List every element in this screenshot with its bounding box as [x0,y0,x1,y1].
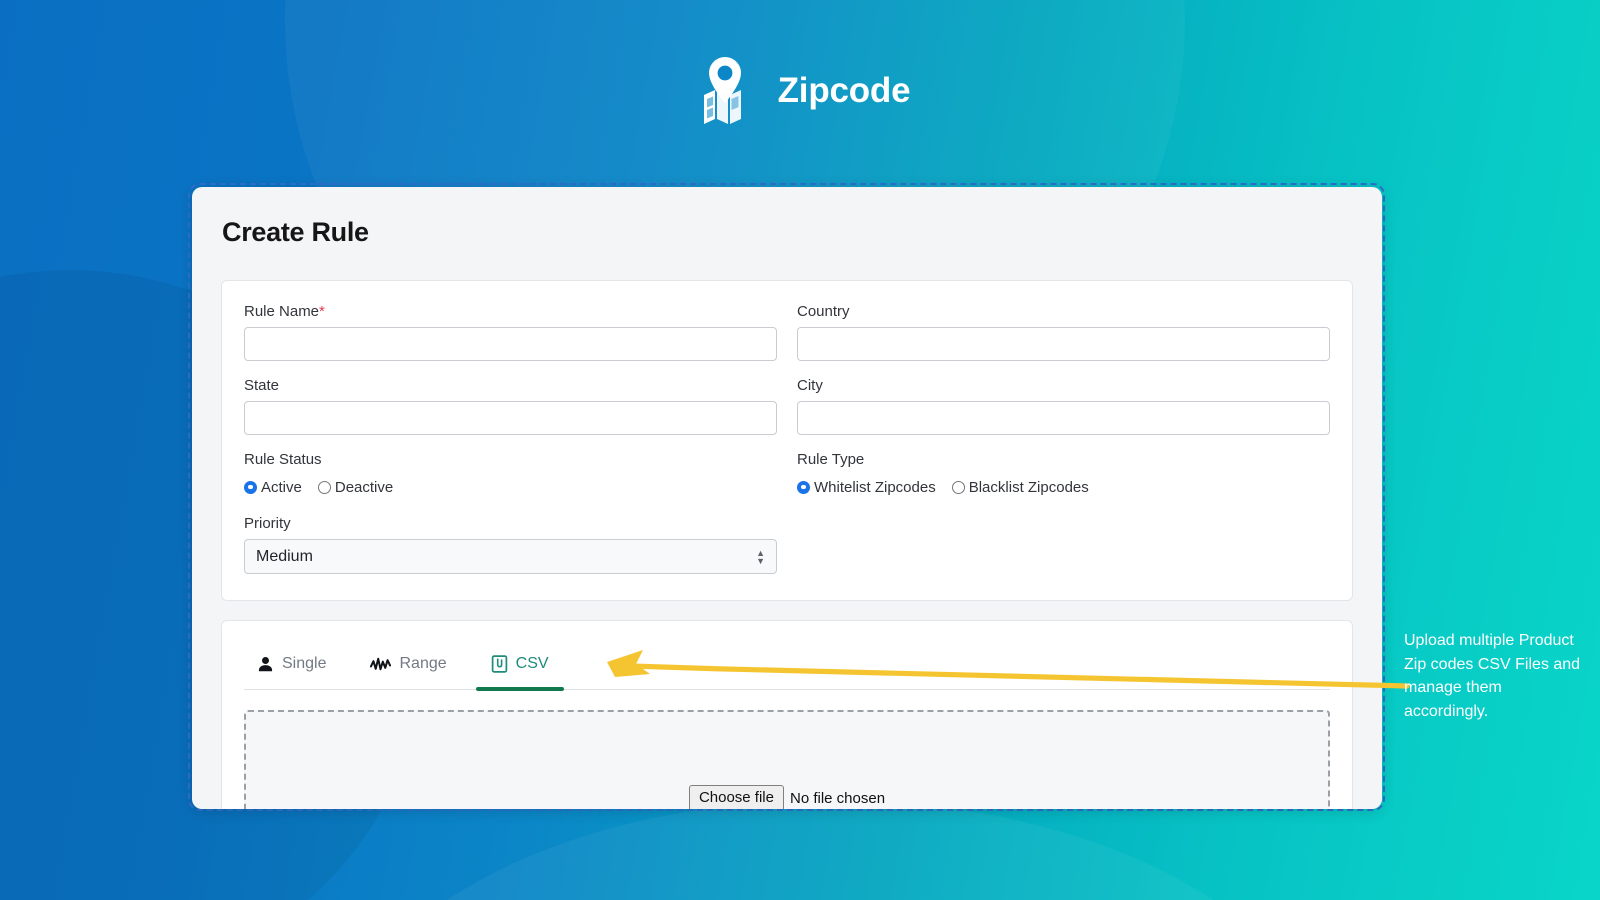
radio-dot-deactive[interactable] [317,480,331,494]
radio-label-whitelist: Whitelist Zipcodes [814,478,936,496]
priority-right-spacer [797,515,1330,574]
tab-range[interactable]: Range [348,639,468,689]
pulse-wave-icon [370,656,392,673]
radio-rule-type-blacklist[interactable]: Blacklist Zipcodes [951,478,1089,496]
tab-label-range: Range [399,655,447,672]
label-country: Country [797,303,850,320]
priority-select-wrap: Medium ▲ ▼ [244,539,777,574]
city-input[interactable] [797,401,1330,435]
priority-select[interactable]: Medium [244,539,777,574]
field-state: State [244,377,777,435]
radio-rule-status-active[interactable]: Active [244,479,302,496]
row-spacer [797,499,1330,515]
radio-dot-blacklist[interactable] [951,480,965,494]
field-rule-type: Rule Type Whitelist Zipcodes Blacklist Z… [797,451,1330,499]
tab-csv[interactable]: CSV [469,639,571,691]
label-city: City [797,377,823,394]
callout-text: Upload multiple Product Zip codes CSV Fi… [1404,632,1581,720]
csv-dropzone[interactable]: Choose file No file chosen [244,710,1330,809]
state-input[interactable] [244,401,777,435]
country-input[interactable] [797,327,1330,361]
row-spacer [797,361,1330,377]
field-rule-name: Rule Name* [244,303,777,361]
label-priority: Priority [244,515,291,532]
field-priority: Priority Medium ▲ ▼ [244,515,777,574]
required-asterisk: * [319,303,325,320]
label-rule-name: Rule Name* [244,303,325,320]
brand-name: Zipcode [777,71,911,110]
field-rule-status: Rule Status Active Deactive [244,451,777,499]
label-rule-status: Rule Status [244,451,322,468]
brand-logo: Zipcode [0,55,1600,127]
tab-label-csv: CSV [515,655,549,672]
tab-label-single: Single [282,655,327,672]
radio-label-active: Active [261,478,302,496]
choose-file-button[interactable]: Choose file [688,785,784,809]
page-title: Create Rule [222,217,369,247]
file-input-control: Choose file No file chosen [688,785,886,809]
decorative-circle-bottom [330,800,1330,900]
rule-form-panel: Rule Name* Country State City Rule Statu… [221,280,1353,601]
label-state: State [244,377,280,394]
rule-name-input[interactable] [244,327,777,361]
row-spacer [244,361,777,377]
tab-single[interactable]: Single [244,639,348,689]
row-spacer [244,499,777,515]
radio-rule-type-whitelist[interactable]: Whitelist Zipcodes [797,479,936,496]
person-icon [257,656,274,673]
rule-status-radio-group: Active Deactive [244,475,777,499]
callout-arrow [607,650,1410,689]
radio-label-deactive: Deactive [334,478,394,496]
map-pin-on-map-icon [703,57,741,124]
field-country: Country [797,303,1330,361]
label-rule-type: Rule Type [797,451,865,468]
radio-rule-status-deactive[interactable]: Deactive [317,478,394,496]
radio-label-blacklist: Blacklist Zipcodes [968,478,1089,496]
create-rule-card: Create Rule Rule Name* Country State Cit… [192,187,1382,809]
rule-type-radio-group: Whitelist Zipcodes Blacklist Zipcodes [797,475,1330,499]
field-city: City [797,377,1330,435]
row-spacer [244,435,777,451]
file-status-text: No file chosen [789,789,886,807]
file-upload-icon [491,655,508,673]
row-spacer [797,435,1330,451]
radio-dot-whitelist[interactable] [797,480,810,494]
radio-dot-active[interactable] [244,480,257,494]
